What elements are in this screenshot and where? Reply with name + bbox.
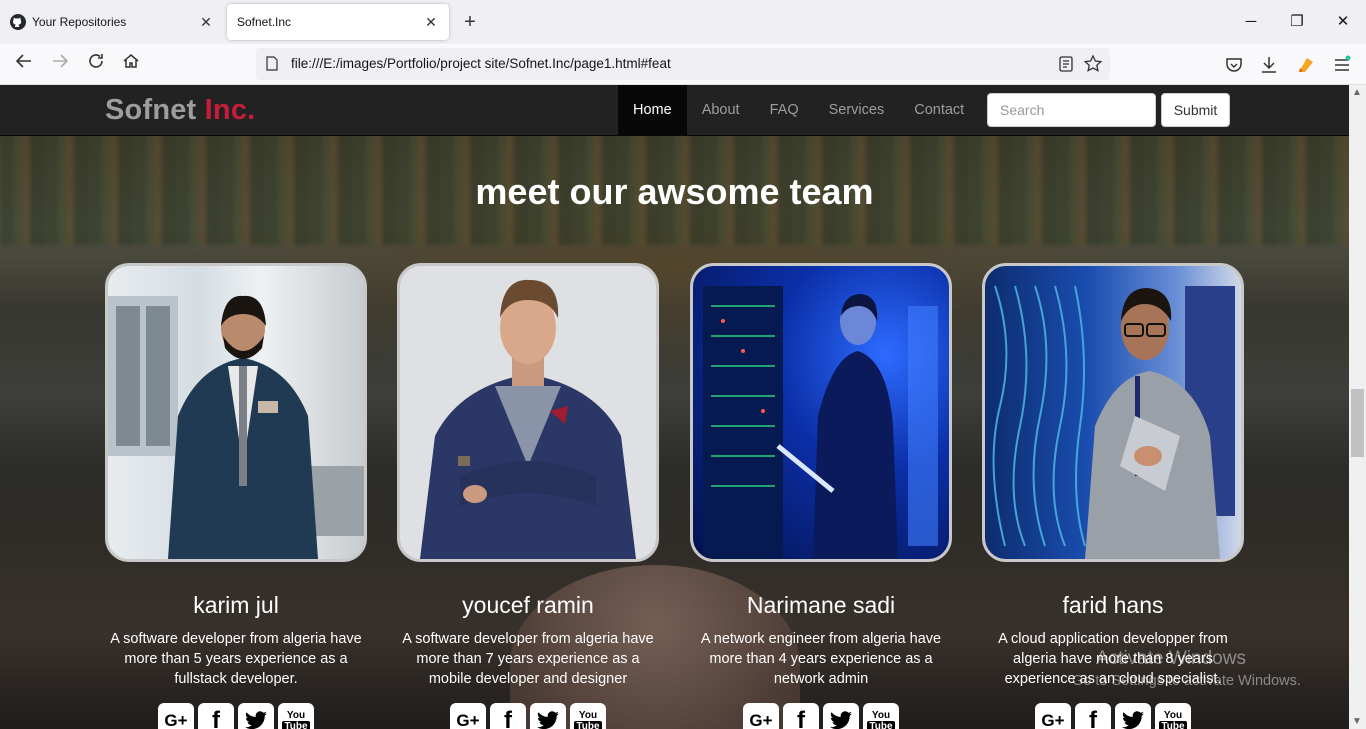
team-member-name: farid hans (1062, 592, 1164, 618)
menu-hamburger-icon[interactable] (1331, 54, 1353, 76)
twitter-icon[interactable] (823, 703, 859, 729)
home-icon (123, 54, 139, 68)
youtube-label-bottom: Tube (867, 721, 895, 729)
tab-your-repositories[interactable]: Your Repositories ✕ (0, 4, 224, 40)
browser-tab-strip: Your Repositories ✕ Sofnet.Inc ✕ + ─ ❐ ✕ (0, 0, 1366, 44)
facebook-icon[interactable]: f (490, 703, 526, 729)
brand-logo[interactable]: Sofnet Inc. (105, 94, 255, 127)
team-card: Narimane sadi A network engineer from al… (690, 263, 952, 729)
scroll-down-arrow-icon[interactable]: ▼ (1352, 716, 1362, 727)
social-links: G+ f You Tube (690, 703, 952, 729)
youtube-label-top: You (286, 710, 306, 721)
search-input[interactable] (987, 93, 1156, 127)
downloads-icon[interactable] (1258, 54, 1280, 76)
youtube-label-top: You (1163, 710, 1183, 721)
reader-view-icon[interactable] (1056, 54, 1076, 74)
youtube-label-top: You (871, 710, 891, 721)
pocket-icon[interactable] (1223, 54, 1245, 76)
person-illustration (992, 285, 1235, 559)
youtube-label-top: You (578, 710, 598, 721)
team-member-bio: A software developer from algeria have m… (110, 631, 362, 687)
new-tab-button[interactable]: + (458, 10, 482, 34)
google-plus-icon[interactable]: G+ (1035, 703, 1071, 729)
tab-sofnet[interactable]: Sofnet.Inc ✕ (227, 4, 449, 40)
youtube-label-bottom: Tube (282, 721, 310, 729)
reload-icon (89, 54, 103, 68)
facebook-icon[interactable]: f (783, 703, 819, 729)
home-button[interactable] (117, 50, 145, 78)
watermark-subtitle: Go to Settings to activate Windows. (1072, 673, 1301, 689)
scroll-up-arrow-icon[interactable]: ▲ (1352, 87, 1362, 98)
page-viewport: Sofnet Inc. Home About FAQ Services Cont… (0, 85, 1349, 729)
youtube-label-bottom: Tube (574, 721, 602, 729)
url-text[interactable]: file:///E:/images/Portfolio/project site… (291, 56, 671, 71)
google-plus-icon[interactable]: G+ (450, 703, 486, 729)
team-member-photo (982, 263, 1244, 562)
team-member-bio: A software developer from algeria have m… (402, 631, 654, 687)
main-menu: Home About FAQ Services Contact (618, 85, 979, 135)
back-button[interactable] (10, 50, 38, 78)
twitter-icon[interactable] (530, 703, 566, 729)
github-icon (10, 14, 26, 30)
twitter-icon[interactable] (238, 703, 274, 729)
person-illustration (703, 286, 938, 559)
youtube-label-bottom: Tube (1159, 721, 1187, 729)
team-member-name: youcef ramin (462, 592, 594, 618)
social-links: G+ f You Tube (982, 703, 1244, 729)
social-links: G+ f You Tube (397, 703, 659, 729)
menu-item-home[interactable]: Home (618, 85, 687, 135)
close-tab-icon[interactable]: ✕ (198, 14, 214, 30)
facebook-icon[interactable]: f (198, 703, 234, 729)
social-links: G+ f You Tube (105, 703, 367, 729)
forward-arrow-icon (53, 54, 69, 68)
team-card: youcef ramin A software developer from a… (397, 263, 659, 729)
menu-item-services[interactable]: Services (814, 85, 900, 135)
brand-accent: Inc. (204, 94, 256, 126)
youtube-icon[interactable]: You Tube (278, 703, 314, 729)
back-arrow-icon (15, 54, 31, 68)
scrollbar-thumb[interactable] (1351, 389, 1364, 457)
team-section-title: meet our awsome team (475, 171, 874, 212)
menu-item-about[interactable]: About (687, 85, 755, 135)
tab-label: Sofnet.Inc (237, 15, 292, 29)
submit-button[interactable]: Submit (1161, 93, 1230, 127)
youtube-icon[interactable]: You Tube (570, 703, 606, 729)
team-member-bio: A network engineer from algeria have mor… (700, 631, 942, 687)
close-tab-icon[interactable]: ✕ (423, 14, 439, 30)
minimize-button[interactable]: ─ (1228, 8, 1274, 36)
brand-name: Sofnet (105, 94, 205, 126)
team-member-name: Narimane sadi (746, 592, 896, 618)
twitter-icon[interactable] (1115, 703, 1151, 729)
tab-label: Your Repositories (32, 15, 127, 29)
youtube-icon[interactable]: You Tube (863, 703, 899, 729)
google-plus-icon[interactable]: G+ (158, 703, 194, 729)
team-member-photo (690, 263, 952, 562)
watermark-title: Activate Windows (1096, 648, 1246, 669)
restore-button[interactable]: ❐ (1274, 8, 1320, 36)
page-scrollbar[interactable]: ▲ ▼ (1349, 85, 1366, 729)
person-illustration (420, 279, 636, 559)
browser-toolbar: file:///E:/images/Portfolio/project site… (0, 44, 1366, 85)
google-plus-icon[interactable]: G+ (743, 703, 779, 729)
forward-button[interactable] (46, 50, 74, 78)
bookmark-star-icon[interactable] (1083, 54, 1103, 74)
site-navbar: Sofnet Inc. Home About FAQ Services Cont… (0, 85, 1349, 136)
close-window-button[interactable]: ✕ (1320, 8, 1366, 36)
team-card: karim jul A software developer from alge… (105, 263, 367, 729)
address-bar[interactable]: file:///E:/images/Portfolio/project site… (256, 48, 1110, 80)
team-member-photo (105, 263, 367, 562)
team-member-photo (397, 263, 659, 562)
menu-item-faq[interactable]: FAQ (755, 85, 814, 135)
facebook-icon[interactable]: f (1075, 703, 1111, 729)
menu-item-contact[interactable]: Contact (899, 85, 979, 135)
page-icon (266, 56, 278, 71)
team-member-name: karim jul (193, 592, 279, 618)
activate-windows-watermark: Activate Windows Go to Settings to activ… (1072, 648, 1301, 692)
extension-icon[interactable] (1295, 54, 1317, 76)
youtube-icon[interactable]: You Tube (1155, 703, 1191, 729)
reload-button[interactable] (82, 50, 110, 78)
person-illustration (108, 295, 364, 559)
